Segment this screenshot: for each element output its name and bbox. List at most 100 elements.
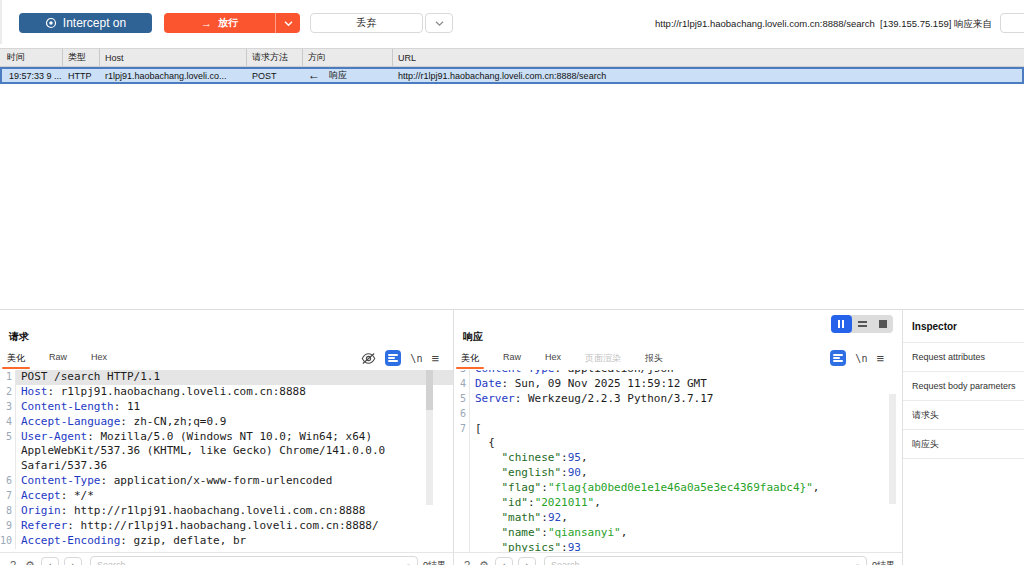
result-count: 0结果 xyxy=(872,559,895,565)
forward-dropdown[interactable] xyxy=(275,13,300,33)
magnifier-icon: ⌕ xyxy=(855,560,860,565)
code-line: 3Content-Type: application/json xyxy=(454,370,902,377)
tab-headers[interactable]: 报头 xyxy=(645,352,663,368)
tab-beautify[interactable]: 美化 xyxy=(7,352,25,368)
request-editor[interactable]: 1POST /search HTTP/1.12Host: r1lpj91.hao… xyxy=(0,370,453,552)
next-button[interactable]: › xyxy=(518,557,536,565)
inspector-item-request-headers[interactable]: 请求头 xyxy=(903,401,1024,430)
cutoff-control[interactable] xyxy=(1000,13,1024,33)
magnifier-icon: ⌕ xyxy=(406,560,411,565)
drop-dropdown[interactable] xyxy=(425,13,453,33)
forward-button[interactable]: →放行 xyxy=(164,13,300,33)
layout-single-button[interactable] xyxy=(872,315,893,333)
code-line: "name":"qiansanyi", xyxy=(454,526,902,541)
search-input[interactable]: Search⌕ xyxy=(544,556,867,565)
request-panel-icons: \n ≡ xyxy=(361,350,439,366)
request-panel-title: 请求 xyxy=(9,330,29,344)
code-line: "math":92, xyxy=(454,511,902,526)
cell-time: 19:57:33 9 ... xyxy=(2,69,63,82)
cell-method: POST xyxy=(247,69,303,82)
code-line: "flag":"flag{ab0bed0e1e1e46a0a5e3ec4369f… xyxy=(454,481,902,496)
response-editor[interactable]: 3Content-Type: application/json4Date: Su… xyxy=(454,370,902,552)
format-icon[interactable] xyxy=(830,350,846,366)
mitm-intercept-screen: Intercept on →放行 丢弃 http://r1lpj91.haoba… xyxy=(0,0,1024,565)
cell-direction: ←响应 xyxy=(303,69,393,82)
col-url[interactable]: URL xyxy=(393,49,1024,66)
tab-raw[interactable]: Raw xyxy=(49,352,67,368)
col-time[interactable]: 时间 xyxy=(0,49,63,66)
code-line: 5Server: Werkzeug/2.2.3 Python/3.7.17 xyxy=(454,392,902,407)
inspector-item-request-attributes[interactable]: Request attributes xyxy=(903,343,1024,372)
newline-icon[interactable]: \n xyxy=(410,353,422,364)
eye-off-icon[interactable] xyxy=(361,352,376,365)
forward-main[interactable]: →放行 xyxy=(164,13,275,33)
tab-raw[interactable]: Raw xyxy=(503,352,521,368)
cell-url: http://r1lpj91.haobachang.loveli.com.cn:… xyxy=(393,69,1022,82)
chevron-down-icon xyxy=(284,20,293,27)
code-line: 7[ xyxy=(454,422,902,437)
gear-icon[interactable]: ⚙ xyxy=(478,559,490,565)
code-line: "physics":93 xyxy=(454,541,902,552)
eye-icon xyxy=(45,17,57,29)
tab-hex[interactable]: Hex xyxy=(91,352,107,368)
layout-split-button[interactable] xyxy=(831,315,852,333)
layout-switch-group xyxy=(831,315,893,333)
code-line: 10Accept-Encoding: gzip, deflate, br xyxy=(0,534,453,549)
inspector-title: Inspector xyxy=(903,310,1024,343)
tab-hex[interactable]: Hex xyxy=(545,352,561,368)
response-panel: 响应 美化 Raw Hex 页面渲染 报头 \n ≡ 3Content-Type… xyxy=(454,310,902,565)
equals-icon xyxy=(858,321,867,327)
help-icon[interactable]: ? xyxy=(7,559,19,565)
code-line: 6Content-Type: application/x-www-form-ur… xyxy=(0,474,453,489)
col-direction[interactable]: 方向 xyxy=(303,49,393,66)
code-line: "english":90, xyxy=(454,466,902,481)
help-icon[interactable]: ? xyxy=(461,559,473,565)
next-button[interactable]: › xyxy=(64,557,82,565)
result-count: 0结果 xyxy=(423,559,446,565)
inspector-item-response-headers[interactable]: 响应头 xyxy=(903,430,1024,459)
response-tabs: 美化 Raw Hex 页面渲染 报头 xyxy=(461,352,663,368)
code-line: AppleWebKit/537.36 (KHTML, like Gecko) C… xyxy=(0,444,453,459)
response-scrollbar[interactable] xyxy=(889,394,896,504)
col-host[interactable]: Host xyxy=(100,49,247,66)
flow-table: 时间 类型 Host 请求方法 方向 URL 19:57:33 9 ... HT… xyxy=(0,48,1024,84)
code-line: 5User-Agent: Mozilla/5.0 (Windows NT 10.… xyxy=(0,430,453,445)
code-line: "id":"2021011", xyxy=(454,496,902,511)
code-line: 4Date: Sun, 09 Nov 2025 11:59:12 GMT xyxy=(454,377,902,392)
tab-beautify[interactable]: 美化 xyxy=(461,352,479,368)
menu-icon[interactable]: ≡ xyxy=(431,352,439,365)
drop-button[interactable]: 丢弃 xyxy=(310,13,423,33)
chevron-down-icon xyxy=(435,20,444,27)
bottom-section: 请求 美化 Raw Hex \n ≡ 1POST /search HTTP/1.… xyxy=(0,309,1024,565)
request-footer: ? ⚙ ‹ › Search⌕ 0结果 xyxy=(0,552,453,565)
code-line: 2Host: r1lpj91.haobachang.loveli.com.cn:… xyxy=(0,385,453,400)
search-input[interactable]: Search⌕ xyxy=(90,556,418,565)
code-line: "chinese":95, xyxy=(454,451,902,466)
response-panel-icons: \n ≡ xyxy=(830,350,884,366)
code-line: 7Accept: */* xyxy=(0,489,453,504)
prev-button[interactable]: ‹ xyxy=(495,557,513,565)
gear-icon[interactable]: ⚙ xyxy=(24,559,36,565)
prev-button[interactable]: ‹ xyxy=(41,557,59,565)
drop-label: 丢弃 xyxy=(357,16,377,30)
intercept-toggle-button[interactable]: Intercept on xyxy=(19,13,152,33)
tab-render[interactable]: 页面渲染 xyxy=(585,352,621,368)
cell-type: HTTP xyxy=(63,69,100,82)
col-method[interactable]: 请求方法 xyxy=(247,49,303,66)
request-tabs: 美化 Raw Hex xyxy=(7,352,107,368)
layout-stack-button[interactable] xyxy=(852,315,873,333)
inspector-item-request-body-parameters[interactable]: Request body parameters xyxy=(903,372,1024,401)
forward-label: 放行 xyxy=(218,16,238,30)
response-footer: ? ⚙ ‹ › Search⌕ 0结果 xyxy=(454,552,902,565)
request-panel: 请求 美化 Raw Hex \n ≡ 1POST /search HTTP/1.… xyxy=(0,310,453,565)
format-icon[interactable] xyxy=(385,350,401,366)
table-row[interactable]: 19:57:33 9 ... HTTP r1lpj91.haobachang.l… xyxy=(0,67,1024,84)
top-toolbar: Intercept on →放行 丢弃 http://r1lpj91.haoba… xyxy=(0,0,1024,47)
newline-icon[interactable]: \n xyxy=(855,353,867,364)
request-scrollbar[interactable] xyxy=(426,370,433,505)
pause-icon xyxy=(838,320,844,328)
window-edge xyxy=(0,0,2,44)
table-header: 时间 类型 Host 请求方法 方向 URL xyxy=(0,48,1024,67)
menu-icon[interactable]: ≡ xyxy=(876,352,884,365)
col-type[interactable]: 类型 xyxy=(63,49,100,66)
